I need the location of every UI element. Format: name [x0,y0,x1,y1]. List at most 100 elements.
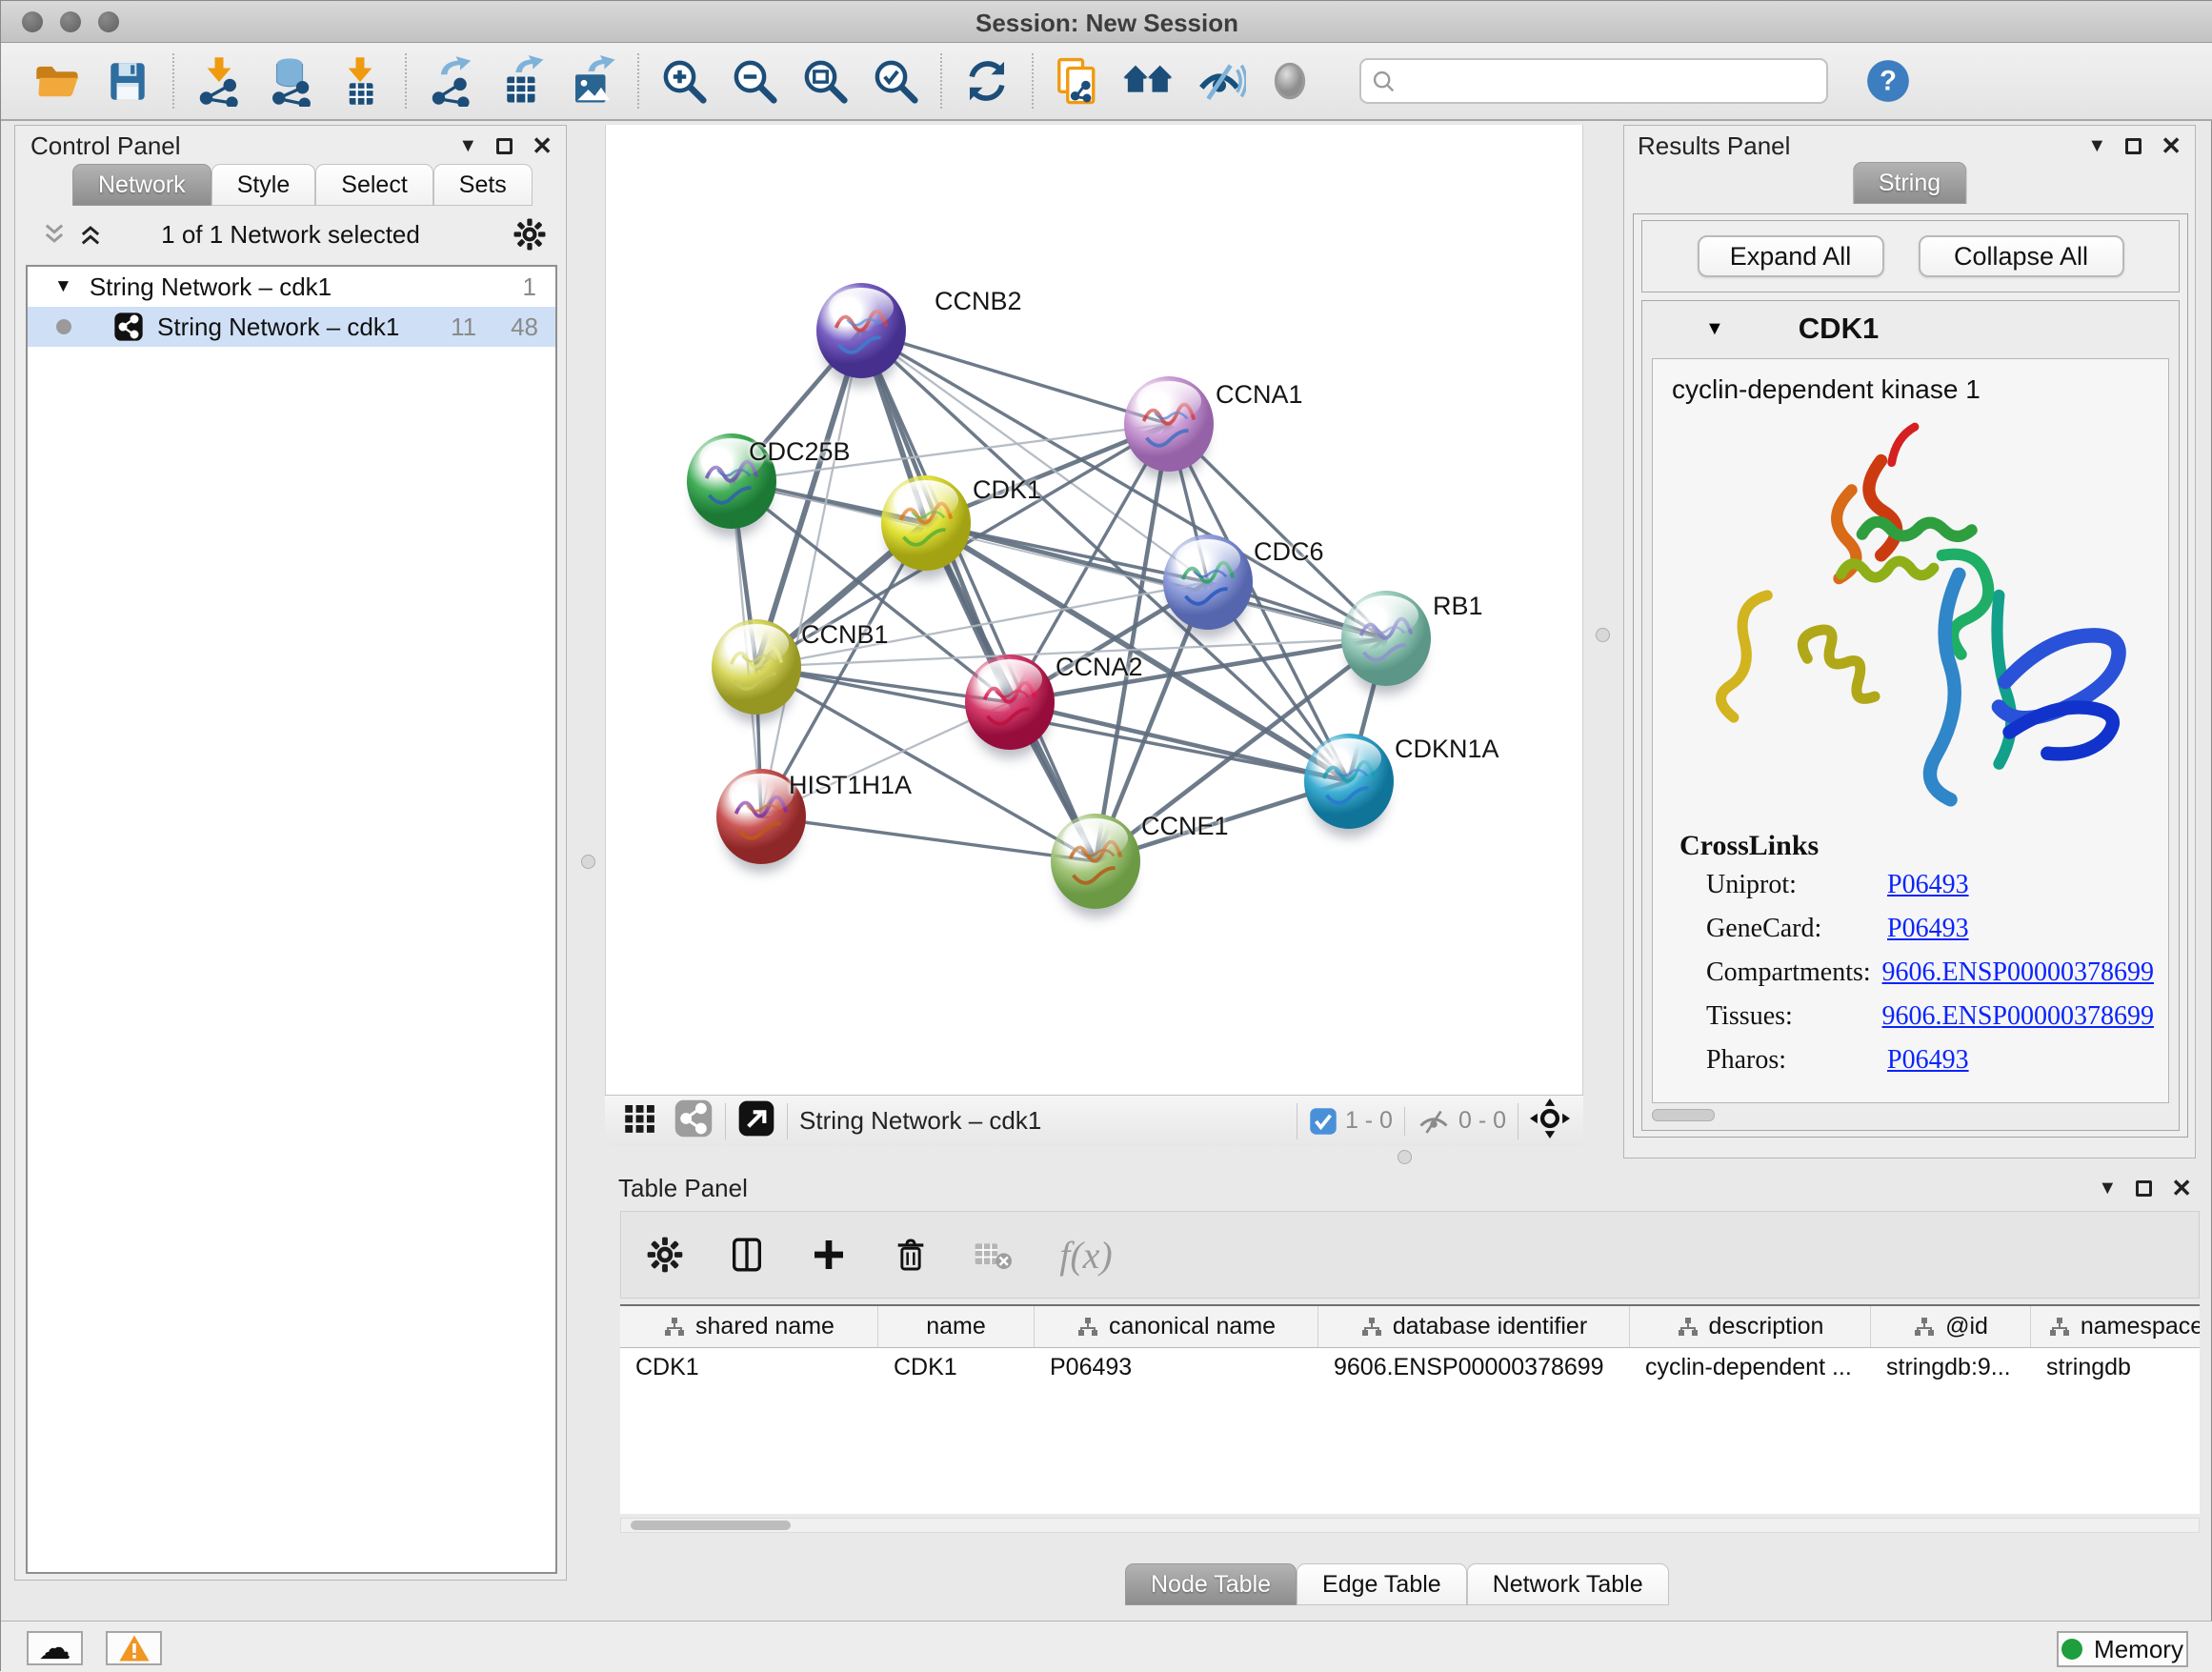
table-header-name[interactable]: name [878,1306,1035,1347]
right-splitter-handle[interactable] [1596,628,1610,642]
crosslink-link[interactable]: P06493 [1887,1045,1969,1089]
protein-squiggle [816,283,906,378]
tab-string[interactable]: String [1853,162,1966,204]
control-panel-collapse-icon[interactable]: ▼ [458,135,477,157]
table-header-description[interactable]: description [1630,1306,1871,1347]
import-network-button[interactable] [184,49,254,113]
warnings-button[interactable] [106,1631,162,1665]
memory-button[interactable]: Memory [2057,1631,2188,1667]
hidden-count: 0 - 0 [1458,1107,1506,1135]
apply-layout-button[interactable] [952,49,1022,113]
tab-style[interactable]: Style [211,164,316,206]
show-columns-button[interactable] [720,1228,774,1281]
tab-node-table[interactable]: Node Table [1125,1563,1297,1605]
crosslink-row: GeneCard:P06493 [1706,914,2154,957]
table-header--id[interactable]: @id [1871,1306,2031,1347]
results-panel-float-icon[interactable] [2125,138,2142,154]
import-table-button[interactable] [325,49,395,113]
cloud-button[interactable]: ☁ [27,1631,83,1665]
table-panel-collapse-icon[interactable]: ▼ [2098,1178,2117,1199]
network-node-ccne1[interactable] [1051,814,1140,909]
birds-eye-view-button[interactable] [620,1098,660,1143]
horizontal-splitter-handle[interactable] [1398,1150,1412,1164]
protein-card-scrollbar[interactable] [1652,1109,1715,1121]
table-hscrollbar-thumb[interactable] [631,1521,791,1530]
tab-select[interactable]: Select [315,164,432,206]
control-panel-close-icon[interactable]: ✕ [532,133,553,158]
hide-glasses-button[interactable] [1184,49,1255,113]
protein-squiggle [712,619,801,715]
clear-table-button[interactable] [966,1228,1019,1281]
show-eye-button[interactable] [1255,49,1325,113]
network-collection-row[interactable]: ▼ String Network – cdk1 1 [28,267,555,307]
zoom-selected-button[interactable] [860,49,931,113]
network-edge[interactable] [861,331,1169,424]
node-label-cdkn1a: CDKN1A [1395,735,1499,764]
tab-network-table[interactable]: Network Table [1467,1563,1669,1605]
network-node-cdk1[interactable] [881,475,971,571]
tab-sets[interactable]: Sets [433,164,533,206]
tree-expand-icon[interactable]: ▼ [54,276,72,297]
network-node-cdkn1a[interactable] [1304,734,1394,829]
selected-checkbox-icon[interactable] [1309,1107,1337,1136]
clone-network-button[interactable] [1043,49,1114,113]
left-splitter-handle[interactable] [581,855,595,869]
protein-card: ▼ CDK1 cyclin-dependent kinase 1 [1641,300,2180,1131]
tab-edge-table[interactable]: Edge Table [1297,1563,1467,1605]
table-panel-float-icon[interactable] [2136,1180,2152,1197]
open-in-window-button[interactable] [737,1099,775,1142]
export-table-button[interactable] [487,49,557,113]
delete-column-button[interactable] [884,1228,937,1281]
table-panel-close-icon[interactable]: ✕ [2171,1176,2192,1200]
search-input[interactable] [1359,58,1828,104]
crosslink-link[interactable]: 9606.ENSP00000378699 [1882,957,2154,1001]
table-header-namespace[interactable]: namespace [2031,1306,2200,1347]
crosslink-row: Compartments:9606.ENSP00000378699 [1706,957,2154,1001]
network-edge[interactable] [1010,702,1349,781]
function-builder-button[interactable]: f(x) [1048,1228,1124,1281]
show-all-networks-button[interactable] [1114,49,1184,113]
network-node-ccna1[interactable] [1124,376,1214,472]
network-row-selected[interactable]: String Network – cdk1 11 48 [28,307,555,347]
export-image-button[interactable] [557,49,628,113]
table-settings-button[interactable] [638,1228,692,1281]
help-button[interactable]: ? [1853,49,1923,113]
results-panel-close-icon[interactable]: ✕ [2161,133,2182,158]
export-network-button[interactable] [416,49,487,113]
results-panel-collapse-icon[interactable]: ▼ [2087,135,2106,157]
table-header-label: name [926,1313,986,1340]
crosslink-link[interactable]: 9606.ENSP00000378699 [1882,1001,2154,1045]
network-edge[interactable] [761,816,1096,861]
zoom-in-button[interactable] [649,49,719,113]
tab-network[interactable]: Network [72,164,211,206]
save-session-button[interactable] [92,49,163,113]
crosslink-row: Tissues:9606.ENSP00000378699 [1706,1001,2154,1045]
hidden-eye-slash-icon[interactable] [1417,1107,1451,1136]
expand-all-button[interactable]: Expand All [1698,235,1884,277]
open-session-button[interactable] [22,49,92,113]
network-node-ccna2[interactable] [965,655,1055,750]
table-row[interactable]: CDK1CDK1P064939606.ENSP00000378699cyclin… [620,1348,2200,1388]
control-panel-float-icon[interactable] [496,138,513,154]
collapse-all-button[interactable]: Collapse All [1919,235,2124,277]
gear-icon[interactable] [513,217,547,252]
crosslink-link[interactable]: P06493 [1887,914,1969,957]
network-node-ccnb2[interactable] [816,283,906,378]
string-view-button[interactable] [674,1098,714,1143]
table-header-shared-name[interactable]: shared name [620,1306,878,1347]
network-node-cdc6[interactable] [1163,534,1253,630]
network-canvas[interactable]: CCNB2 CCNA1 CDC25B CDK1 CDC6 RB1 CCNB1 C… [605,125,1583,1095]
network-node-rb1[interactable] [1341,591,1431,686]
table-hscrollbar[interactable] [620,1518,2200,1533]
network-node-ccnb1[interactable] [712,619,801,715]
add-column-button[interactable] [802,1228,855,1281]
protein-collapse-icon[interactable]: ▼ [1705,318,1724,340]
zoom-out-button[interactable] [719,49,790,113]
zoom-fit-button[interactable] [790,49,860,113]
crosslink-link[interactable]: P06493 [1887,870,1969,914]
fit-content-button[interactable] [1530,1098,1570,1143]
table-header-database-identifier[interactable]: database identifier [1318,1306,1630,1347]
table-header-canonical-name[interactable]: canonical name [1035,1306,1318,1347]
node-label-cdc25b: CDC25B [749,437,851,467]
import-database-button[interactable] [254,49,325,113]
